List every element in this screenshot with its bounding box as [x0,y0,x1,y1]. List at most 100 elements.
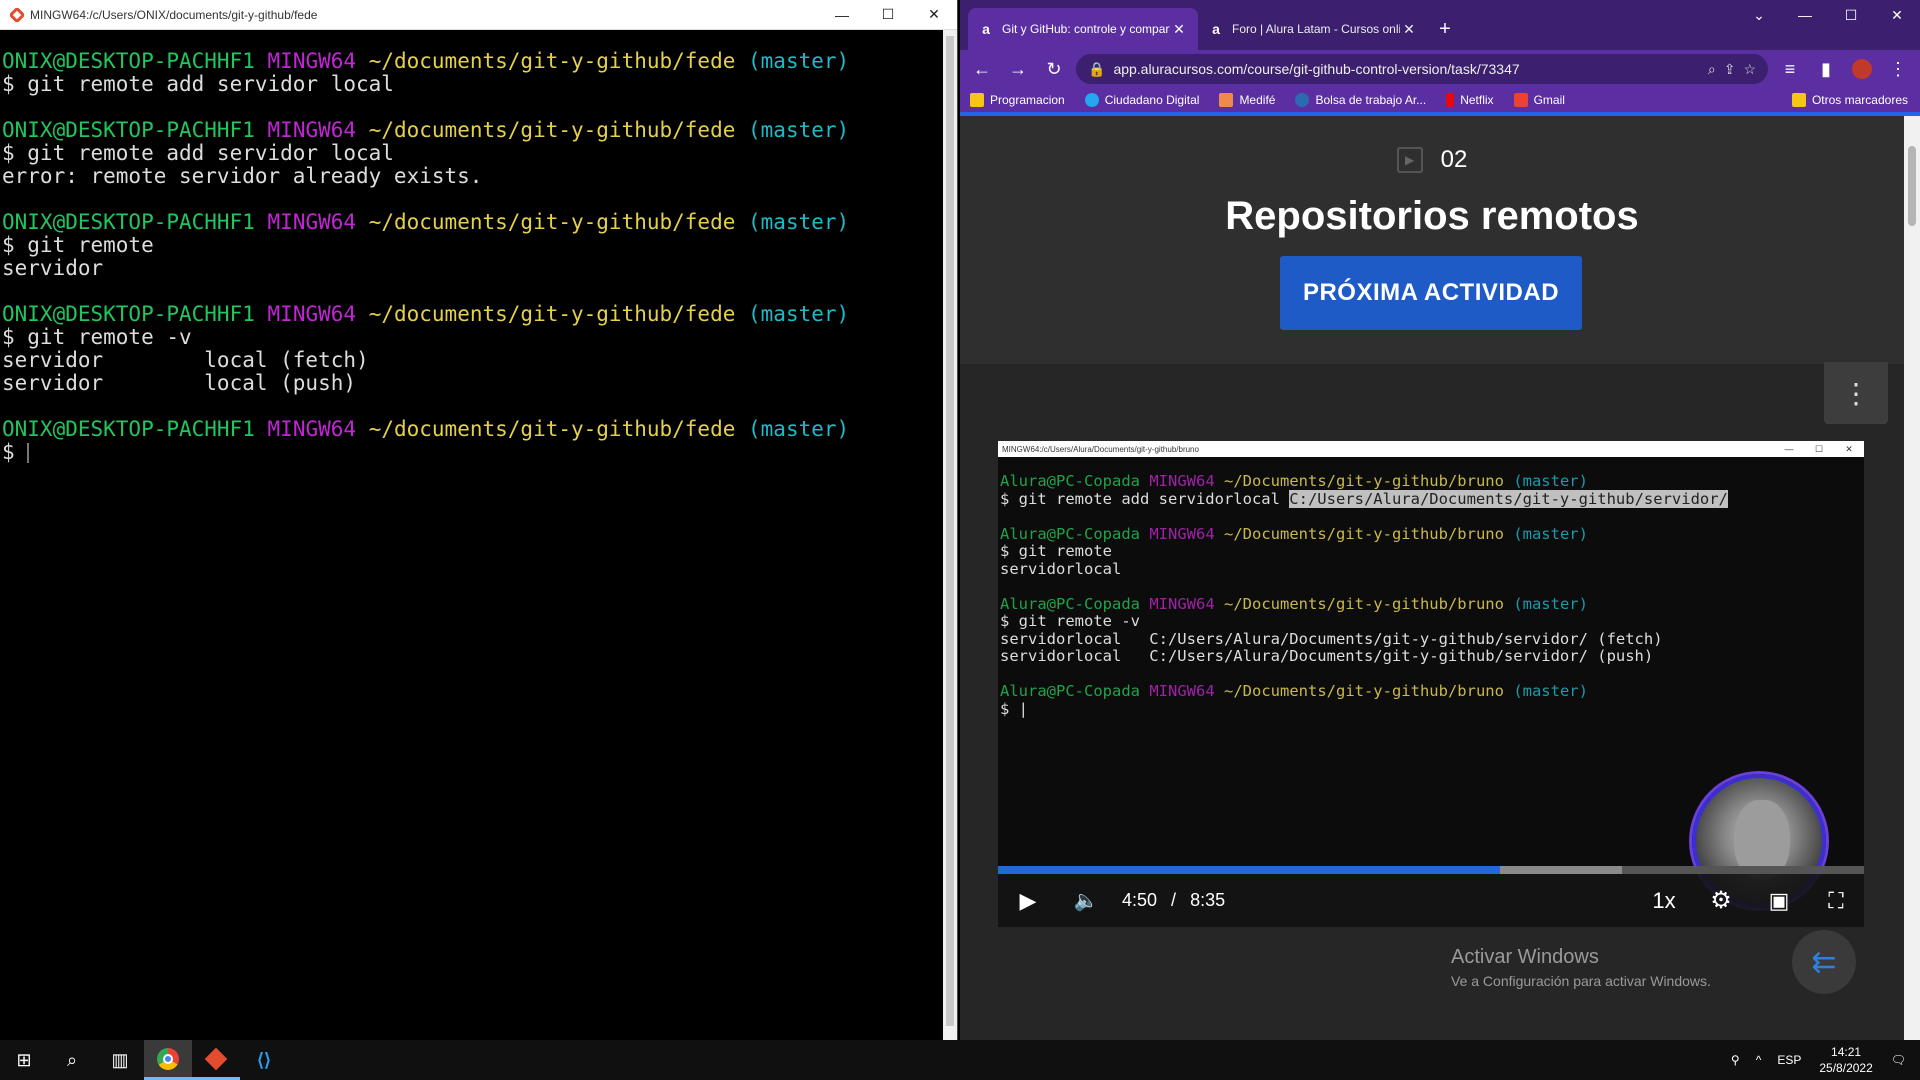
tab-alura-forum[interactable]: a Foro | Alura Latam - Cursos onlin ✕ [1198,8,1428,50]
close-button[interactable]: ✕ [1874,0,1920,30]
lock-icon[interactable]: 🔒 [1088,61,1105,78]
bookmark-netflix[interactable]: Netflix [1446,93,1494,107]
minimize-button[interactable]: — [819,0,865,30]
more-options-icon[interactable]: ⋮ [1824,362,1888,424]
vscode-taskbar-icon[interactable]: ⟨⟩ [240,1040,288,1080]
browser-window[interactable]: a Git y GitHub: controle y compart ✕ a F… [960,0,1920,1040]
zoom-icon[interactable]: ⌕ [1708,61,1716,78]
settings-gear-icon[interactable]: ⚙ [1692,886,1750,915]
notifications-icon[interactable]: 🗨 [1883,1053,1920,1067]
course-menu-icon[interactable]: ⇇ [1792,930,1856,994]
maximize-button[interactable]: ☐ [1828,0,1874,30]
prompt-branch: (master) [748,302,850,326]
video-progress-bar[interactable] [998,866,1864,874]
next-activity-button[interactable]: PRÓXIMA ACTIVIDAD [1280,256,1582,330]
prompt-user: ONIX@DESKTOP-PACHHF1 [2,302,255,326]
close-tab-icon[interactable]: ✕ [1170,21,1188,38]
playback-speed-button[interactable]: 1x [1636,888,1692,914]
bookmark-medife[interactable]: Medifé [1219,93,1275,107]
reload-button[interactable]: ↻ [1040,55,1068,83]
prompt-system: MINGW64 [1149,594,1215,613]
terminal-output[interactable]: ONIX@DESKTOP-PACHHF1 MINGW64 ~/documents… [0,30,957,1038]
command-line: $ git remote add servidor local [2,141,394,165]
close-tab-icon[interactable]: ✕ [1400,21,1418,38]
tray-chevron-icon[interactable]: ^ [1748,1053,1770,1067]
forward-button[interactable]: → [1004,55,1032,83]
minimize-button[interactable]: — [1782,0,1828,30]
search-icon[interactable]: ⌕ [48,1040,96,1080]
bookmark-gmail[interactable]: Gmail [1513,93,1565,107]
close-button[interactable]: ✕ [911,0,957,30]
fullscreen-icon[interactable]: ⛶ [1808,888,1864,914]
page-scrollbar[interactable] [1904,116,1920,1040]
prompt-user: ONIX@DESKTOP-PACHHF1 [2,210,255,234]
bookmark-ciudadano-digital[interactable]: Ciudadano Digital [1084,93,1199,107]
video-terminal-output: Alura@PC-Copada MINGW64 ~/Documents/git-… [998,457,1864,718]
new-tab-button[interactable]: + [1428,8,1462,50]
video-input-line: $ | [1000,699,1028,718]
prompt-path: ~/documents/git-y-github/fede [368,210,736,234]
chrome-taskbar-icon[interactable] [144,1040,192,1080]
bookmark-star-icon[interactable]: ☆ [1743,61,1756,78]
task-view-icon[interactable]: ▥ [96,1040,144,1080]
back-button[interactable]: ← [968,55,996,83]
prompt-user: ONIX@DESKTOP-PACHHF1 [2,49,255,73]
video-prompt-line: Alura@PC-Copada MINGW64 ~/Documents/git-… [1000,524,1864,544]
prompt-branch: (master) [1513,472,1588,490]
profile-avatar[interactable] [1848,55,1876,83]
highlighted-path: C:/Users/Alura/Documents/git-y-github/se… [1289,489,1728,508]
maximize-button[interactable]: ☐ [865,0,911,30]
video-output-line: servidorlocal C:/Users/Alura/Documents/g… [1000,629,1663,648]
terminal-window[interactable]: MINGW64:/c/Users/ONIX/documents/git-y-gi… [0,0,958,1040]
terminal-title: MINGW64:/c/Users/ONIX/documents/git-y-gi… [30,7,318,22]
picture-in-picture-icon[interactable]: ▣ [1750,888,1808,914]
prompt-system: MINGW64 [1149,524,1215,543]
prompt-user: ONIX@DESKTOP-PACHHF1 [2,417,255,441]
bookmarks-bar: Programacion Ciudadano Digital Medifé Bo… [960,88,1920,116]
prompt-line: ONIX@DESKTOP-PACHHF1 MINGW64 ~/documents… [2,303,957,326]
video-terminal-titlebar: MINGW64:/c/Users/Alura/Documents/git-y-g… [998,441,1864,457]
site-icon [1295,93,1310,107]
lesson-number: ▶ 02 [960,146,1904,174]
input-line: $ [2,440,30,464]
url-text[interactable]: app.aluracursos.com/course/git-github-co… [1113,61,1699,77]
prompt-line: ONIX@DESKTOP-PACHHF1 MINGW64 ~/documents… [2,50,957,73]
terminal-titlebar[interactable]: MINGW64:/c/Users/ONIX/documents/git-y-gi… [0,0,957,30]
site-icon [1084,93,1099,107]
video-player[interactable]: MINGW64:/c/Users/Alura/Documents/git-y-g… [998,441,1864,927]
other-bookmarks[interactable]: Otros marcadores [1791,93,1908,107]
folder-icon [1791,93,1806,107]
prompt-line: ONIX@DESKTOP-PACHHF1 MINGW64 ~/documents… [2,211,957,234]
lesson-header: ▶ 02 Repositorios remotos PRÓXIMA ACTIVI… [960,116,1904,364]
volume-icon[interactable]: 🔈 [1058,888,1114,913]
prompt-branch: (master) [1513,524,1588,543]
reading-list-icon[interactable]: ≡ [1776,55,1804,83]
play-icon[interactable]: ▶ [998,888,1058,914]
prompt-branch: (master) [748,49,850,73]
page-content[interactable]: ▶ 02 Repositorios remotos PRÓXIMA ACTIVI… [960,116,1904,1040]
share-icon[interactable]: ⇪ [1724,61,1736,78]
omnibox[interactable]: 🔒 app.aluracursos.com/course/git-github-… [1076,54,1768,84]
bookmark-bolsa-de-trabajo[interactable]: Bolsa de trabajo Ar... [1295,93,1426,107]
prompt-path: ~/Documents/git-y-github/bruno [1224,682,1504,700]
prompt-user: Alura@PC-Copada [1000,472,1140,490]
clock[interactable]: 14:21 25/8/2022 [1809,1044,1882,1076]
output-line: servidor local (fetch) [2,348,369,372]
side-panel-icon[interactable]: ▮ [1812,55,1840,83]
language-indicator[interactable]: ESP [1769,1053,1809,1067]
people-icon[interactable]: ⚲ [1723,1053,1748,1067]
git-bash-taskbar-icon[interactable] [192,1040,240,1080]
folder-icon [970,93,984,107]
tab-search-chevron-icon[interactable]: ⌄ [1736,0,1782,30]
prompt-system: MINGW64 [267,49,357,73]
windows-start-icon[interactable]: ⊞ [0,1040,48,1080]
video-command-line: $ git remote -v [1000,612,1140,630]
prompt-system: MINGW64 [267,210,357,234]
bookmark-programacion[interactable]: Programacion [970,93,1065,107]
tab-alura-course[interactable]: a Git y GitHub: controle y compart ✕ [968,8,1198,50]
chrome-menu-icon[interactable]: ⋮ [1884,55,1912,83]
prompt-path: ~/Documents/git-y-github/bruno [1224,472,1504,490]
terminal-scrollbar[interactable] [943,30,957,1040]
prompt-line: ONIX@DESKTOP-PACHHF1 MINGW64 ~/documents… [2,119,957,142]
video-output-line: servidorlocal C:/Users/Alura/Documents/g… [1000,647,1654,665]
